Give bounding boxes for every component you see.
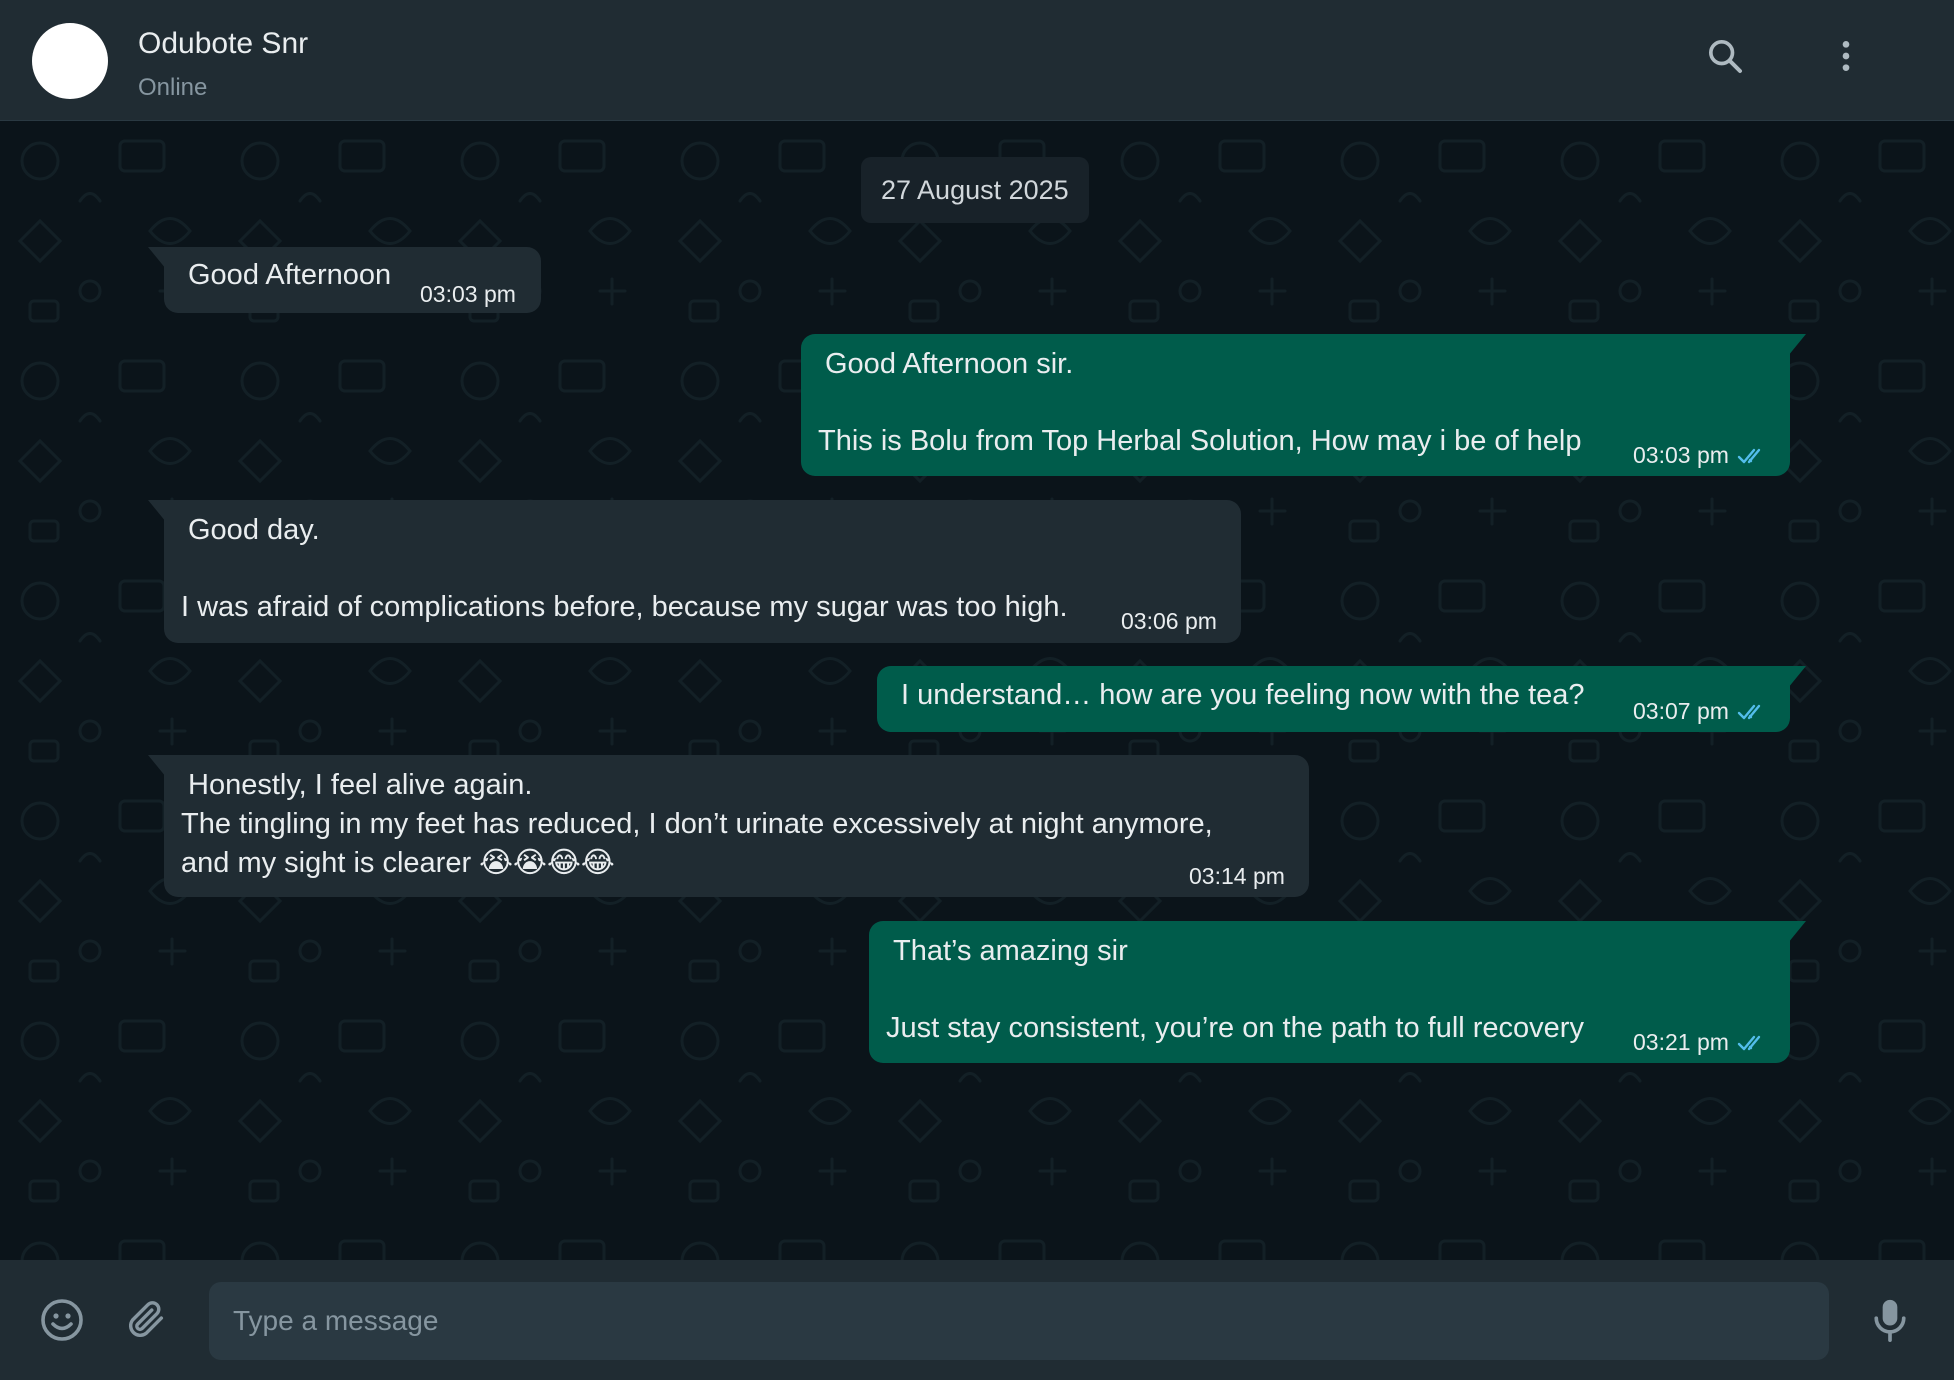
message-text: That’s amazing sir [893, 935, 1128, 967]
message-bubble-outgoing[interactable]: Good Afternoon sir. This is Bolu from To… [801, 334, 1806, 476]
double-check-icon [1737, 1035, 1761, 1050]
emoji-icon [41, 1299, 83, 1341]
message-time: 03:06 pm [1121, 608, 1217, 634]
message-text: The tingling in my feet has reduced, I d… [181, 808, 1213, 840]
message-text: Just stay consistent, you’re on the path… [886, 1012, 1584, 1044]
message-bubble-incoming[interactable]: Good day. I was afraid of complications … [148, 500, 1241, 643]
paperclip-icon [129, 1301, 164, 1337]
bubble-tail [148, 755, 166, 777]
contact-name[interactable]: Odubote Snr [138, 27, 308, 61]
message-text: This is Bolu from Top Herbal Solution, H… [818, 425, 1582, 457]
message-time: 03:03 pm [1633, 442, 1769, 469]
message-text: Good Afternoon [188, 259, 392, 291]
contact-status: Online [138, 74, 208, 101]
chat-window: Odubote Snr Online 27 August 2025 Good A… [0, 0, 1954, 1380]
attach-button[interactable] [118, 1292, 174, 1348]
message-text: Good day. [188, 514, 320, 546]
bubble-tail [148, 500, 166, 522]
message-time: 03:07 pm [1633, 698, 1769, 725]
microphone-icon [1874, 1299, 1906, 1342]
search-button[interactable] [1697, 28, 1753, 84]
bubble-tail [1788, 666, 1806, 688]
message-time: 03:03 pm [420, 281, 516, 307]
message-text: Good Afternoon sir. [825, 348, 1074, 380]
message-text: I understand… how are you feeling now wi… [901, 679, 1585, 711]
emoji-button[interactable] [34, 1292, 90, 1348]
message-text: and my sight is clearer 😭😭😂😂 [181, 847, 615, 879]
bubble-tail [1788, 921, 1806, 943]
avatar[interactable] [32, 23, 108, 99]
message-text: I was afraid of complications before, be… [181, 591, 1068, 623]
double-check-icon [1737, 448, 1761, 463]
voice-message-button[interactable] [1862, 1292, 1918, 1348]
menu-button[interactable] [1818, 28, 1874, 84]
message-time: 03:14 pm [1189, 863, 1285, 889]
bubble-tail [148, 247, 166, 269]
message-bubble-outgoing[interactable]: That’s amazing sir Just stay consistent,… [869, 921, 1806, 1063]
message-text: Honestly, I feel alive again. [188, 769, 533, 801]
message-list[interactable]: 27 August 2025 Good Afternoon 03:03 pm G… [0, 121, 1954, 1260]
bubble-tail [1788, 334, 1806, 356]
double-check-icon [1737, 704, 1761, 719]
message-bubble-incoming[interactable]: Honestly, I feel alive again. The tingli… [148, 755, 1309, 897]
more-vertical-icon [1842, 41, 1850, 71]
message-bubble-incoming[interactable]: Good Afternoon 03:03 pm [148, 247, 541, 313]
chat-header: Odubote Snr Online [0, 0, 1954, 121]
message-input[interactable] [209, 1282, 1829, 1360]
message-composer [0, 1260, 1954, 1380]
date-separator: 27 August 2025 [861, 157, 1089, 223]
message-bubble-outgoing[interactable]: I understand… how are you feeling now wi… [877, 666, 1806, 732]
message-time: 03:21 pm [1633, 1029, 1769, 1056]
search-icon [1709, 40, 1742, 73]
